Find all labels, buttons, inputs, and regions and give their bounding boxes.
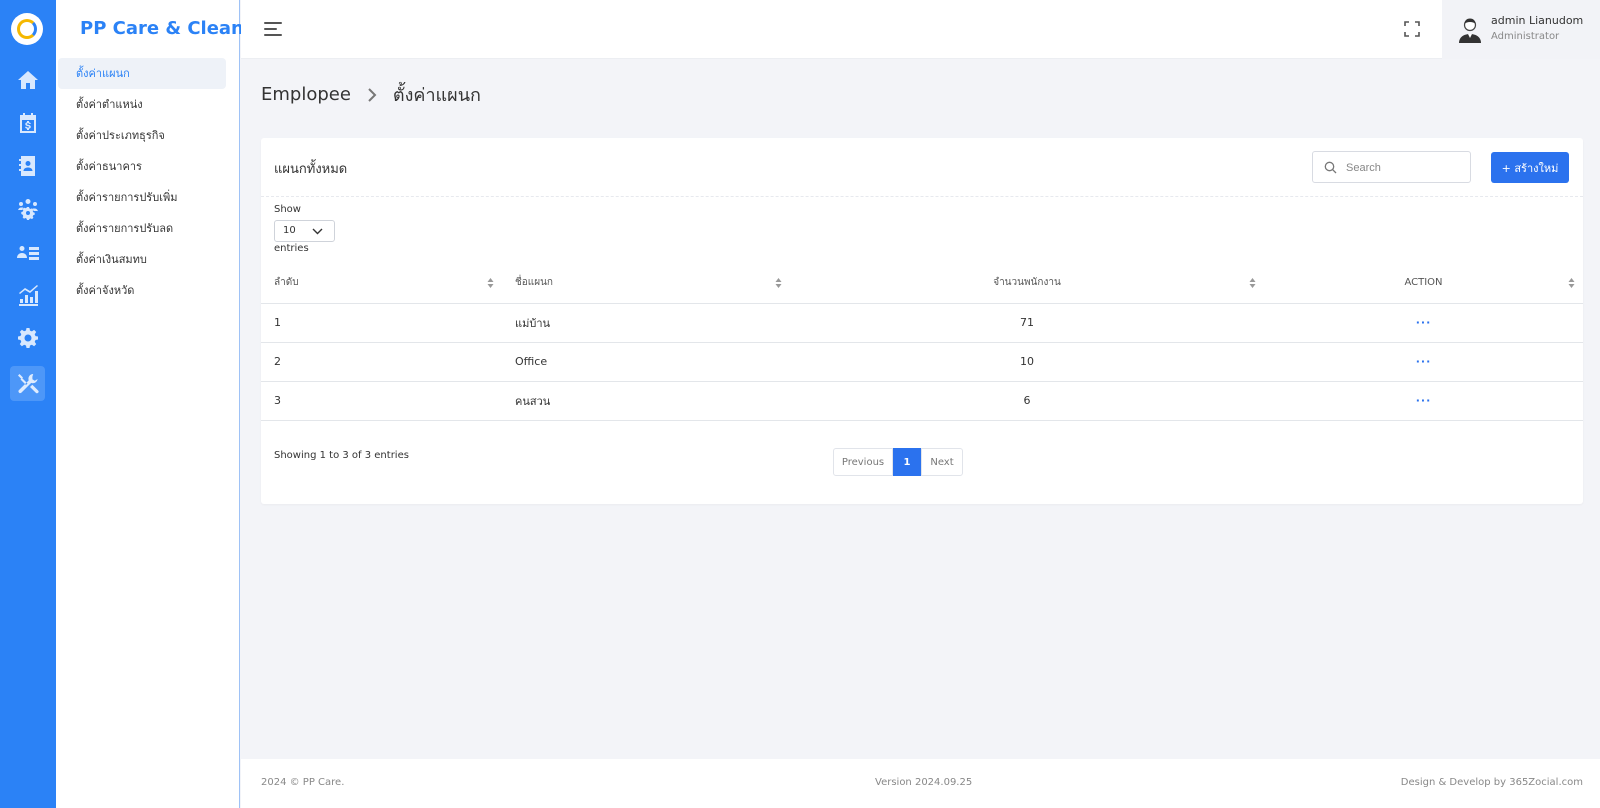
- more-actions-icon[interactable]: ···: [1416, 355, 1432, 368]
- cell-no: 1: [261, 303, 502, 343]
- length-show-label: Show: [274, 204, 301, 215]
- submenu-item-department[interactable]: ตั้งค่าแผนก: [58, 58, 226, 89]
- user-name: admin Lianudom: [1491, 14, 1584, 27]
- cell-no: 2: [261, 342, 502, 382]
- more-actions-icon[interactable]: ···: [1416, 316, 1432, 329]
- sort-icon: [1568, 278, 1575, 288]
- submenu-item-province[interactable]: ตั้งค่าจังหวัด: [58, 275, 226, 306]
- top-bar: admin Lianudom Administrator: [241, 0, 1600, 59]
- app-logo[interactable]: [11, 13, 43, 45]
- submenu-item-additions[interactable]: ตั้งค่ารายการปรับเพิ่ม: [58, 182, 226, 213]
- tools-icon[interactable]: [10, 366, 45, 401]
- column-header-no[interactable]: ลำดับ: [261, 263, 502, 304]
- footer: 2024 © PP Care. Version 2024.09.25 Desig…: [241, 759, 1600, 808]
- chevron-down-icon: [312, 228, 323, 235]
- column-header-count[interactable]: จำนวนพนักงาน: [790, 263, 1264, 304]
- card-title: แผนกทั้งหมด: [274, 162, 348, 177]
- cell-no: 3: [261, 381, 502, 421]
- cell-action: ···: [1264, 381, 1583, 421]
- cell-name: แม่บ้าน: [502, 303, 790, 343]
- cell-count: 71: [790, 303, 1264, 343]
- footer-version: Version 2024.09.25: [875, 777, 973, 788]
- create-button[interactable]: + สร้างใหม่: [1491, 152, 1569, 183]
- chart-icon[interactable]: [10, 277, 45, 312]
- chevron-right-icon: [368, 87, 377, 102]
- cell-action: ···: [1264, 342, 1583, 382]
- table-row: 3 คนสวน 6 ···: [261, 381, 1583, 421]
- column-label: จำนวนพนักงาน: [993, 277, 1061, 289]
- gear-icon[interactable]: [10, 320, 45, 355]
- avatar: [1459, 18, 1481, 43]
- cell-count: 6: [790, 381, 1264, 421]
- footer-copyright: 2024 © PP Care.: [261, 777, 345, 788]
- user-role: Administrator: [1491, 31, 1560, 42]
- brand-title: PP Care & Clean: [80, 18, 244, 39]
- previous-page-button[interactable]: Previous: [833, 448, 893, 476]
- cell-count: 10: [790, 342, 1264, 382]
- table-info: Showing 1 to 3 of 3 entries: [274, 450, 409, 461]
- search-box: [1312, 151, 1471, 183]
- department-card: แผนกทั้งหมด + สร้างใหม่ Show 10 entries …: [261, 138, 1583, 504]
- team-gear-icon[interactable]: [10, 191, 45, 226]
- next-page-button[interactable]: Next: [921, 448, 963, 476]
- search-input[interactable]: [1346, 158, 1464, 178]
- column-header-name[interactable]: ชื่อแผนก: [502, 263, 790, 304]
- column-label: ลำดับ: [274, 277, 299, 289]
- page-1-button[interactable]: 1: [893, 448, 921, 476]
- calendar-dollar-icon[interactable]: [10, 105, 45, 140]
- card-header: แผนกทั้งหมด + สร้างใหม่: [261, 138, 1583, 197]
- submenu-item-position[interactable]: ตั้งค่าตำแหน่ง: [58, 89, 226, 120]
- sort-icon: [1249, 278, 1256, 288]
- cell-action: ···: [1264, 303, 1583, 343]
- column-label: ACTION: [1404, 277, 1443, 289]
- user-menu[interactable]: admin Lianudom Administrator: [1442, 0, 1600, 59]
- page-length-value: 10: [283, 225, 296, 236]
- footer-credit: Design & Develop by 365Zocial.com: [1400, 777, 1583, 788]
- table-row: 2 Office 10 ···: [261, 342, 1583, 382]
- icon-rail: [0, 0, 56, 808]
- department-table: ลำดับ ชื่อแผนก จำนวนพนักงาน ACTION 1 แม่…: [261, 263, 1583, 421]
- table-row: 1 แม่บ้าน 71 ···: [261, 303, 1583, 343]
- fullscreen-icon[interactable]: [1404, 21, 1420, 37]
- search-icon: [1324, 161, 1337, 174]
- column-header-action[interactable]: ACTION: [1264, 263, 1583, 304]
- page-length-select[interactable]: 10: [274, 220, 335, 242]
- length-entries-label: entries: [274, 243, 309, 254]
- table-header-row: ลำดับ ชื่อแผนก จำนวนพนักงาน ACTION: [261, 263, 1583, 304]
- contact-book-icon[interactable]: [10, 148, 45, 183]
- more-actions-icon[interactable]: ···: [1416, 394, 1432, 407]
- sort-icon: [487, 278, 494, 288]
- menu-toggle-icon[interactable]: [264, 22, 282, 36]
- breadcrumb-current: ตั้งค่าแผนก: [392, 85, 481, 106]
- breadcrumb-parent[interactable]: Emplopee: [261, 84, 351, 105]
- submenu-item-business-type[interactable]: ตั้งค่าประเภทธุรกิจ: [58, 120, 226, 151]
- sort-icon: [775, 278, 782, 288]
- submenu-item-deductions[interactable]: ตั้งค่ารายการปรับลด: [58, 213, 226, 244]
- pagination: Previous 1 Next: [833, 448, 963, 476]
- breadcrumb: Emplopee ตั้งค่าแผนก: [261, 80, 481, 109]
- column-label: ชื่อแผนก: [515, 277, 553, 289]
- submenu-item-contribution[interactable]: ตั้งค่าเงินสมทบ: [58, 244, 226, 275]
- cell-name: คนสวน: [502, 381, 790, 421]
- user-list-icon[interactable]: [10, 234, 45, 269]
- submenu-panel: PP Care & Clean ตั้งค่าแผนก ตั้งค่าตำแหน…: [56, 0, 244, 808]
- submenu-item-bank[interactable]: ตั้งค่าธนาคาร: [58, 151, 226, 182]
- home-icon[interactable]: [10, 62, 45, 97]
- cell-name: Office: [502, 342, 790, 382]
